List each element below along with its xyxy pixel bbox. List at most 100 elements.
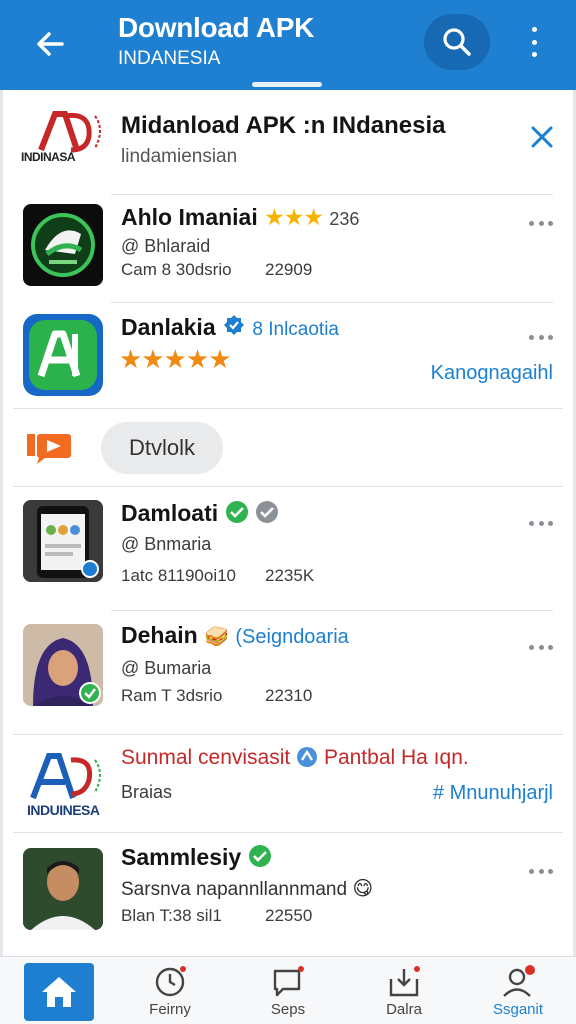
brand-logo-icon <box>38 111 101 153</box>
nav-chat[interactable]: Seps <box>238 957 338 1024</box>
app-thumbnail <box>23 204 103 286</box>
rating-stars-icon: ★★★★★ <box>119 344 232 374</box>
item-more-button[interactable] <box>529 866 553 876</box>
sponsored-headline-row: Sunmal cenvisasit Pantbal Ha ıqn. <box>121 746 469 770</box>
close-button[interactable] <box>527 122 557 152</box>
app-logo-icon <box>31 213 95 277</box>
item-more-button[interactable] <box>529 218 553 228</box>
verified-check-icon <box>248 845 271 867</box>
item-count: 2235K <box>265 566 315 585</box>
divider <box>13 832 563 833</box>
item-handle: @ Bhlaraid <box>121 236 211 256</box>
verified-check-icon <box>225 501 248 523</box>
app-bar-titles: Download APK INDANESIA <box>118 12 314 70</box>
close-icon <box>531 126 553 148</box>
item-count: 22310 <box>265 686 313 705</box>
item-title: Ahlo Imaniai <box>121 204 258 230</box>
sponsor-logo-icon <box>30 753 101 800</box>
banner: INDINASA Midanload APK :n INdanesia lind… <box>3 90 573 190</box>
arrow-left-icon <box>37 32 64 56</box>
item-title: Dehain <box>121 622 198 648</box>
home-icon <box>42 977 76 1007</box>
item-more-button[interactable] <box>529 332 553 342</box>
sponsored-item[interactable]: INDUINESA Sunmal cenvisasit Pantbal Ha ı… <box>3 736 573 832</box>
item-handle: @ Bnmaria <box>121 534 212 554</box>
map-pin-icon <box>297 747 318 767</box>
download-chip-label: Dtvlolk <box>128 435 195 460</box>
page-title: Download APK <box>118 12 315 43</box>
divider <box>111 610 553 611</box>
verified-badge-icon <box>81 560 99 578</box>
download-chip-button[interactable]: Dtvlolk <box>101 422 223 474</box>
divider <box>111 194 553 195</box>
dot-icon <box>529 334 534 340</box>
item-more-button[interactable] <box>529 642 553 652</box>
nav-downloads-label: Dalra <box>386 1001 422 1018</box>
divider <box>111 302 553 303</box>
brand-logo: INDINASA <box>21 106 107 176</box>
back-button[interactable] <box>30 24 70 64</box>
item-name: Sammlesiy <box>121 844 272 871</box>
banner-subtitle: lindamiensian <box>121 146 238 167</box>
sponsored-tag: Pantbal Ha ıqn. <box>323 746 469 769</box>
chat-icon <box>273 966 304 997</box>
nav-feed[interactable]: Feirny <box>120 957 220 1024</box>
item-tag: (Seigndoaria <box>235 626 349 648</box>
drag-handle <box>252 82 322 87</box>
dot-icon <box>529 644 534 650</box>
download-box-icon <box>389 966 420 997</box>
dot-icon <box>548 520 553 526</box>
dot-icon <box>548 868 553 874</box>
divider <box>13 486 563 487</box>
list-item[interactable]: Sammlesiy Sarsnva napannllannmand 😋 Blan… <box>3 834 573 954</box>
bottom-navigation: Feirny Seps Dalra Ssganit <box>0 956 576 1024</box>
dot-icon <box>548 220 553 226</box>
emoji-icon: 😋 <box>352 878 374 900</box>
app-thumbnail <box>23 500 103 582</box>
verified-check-icon <box>79 682 101 704</box>
list-item[interactable]: Damloati @ Bnmaria 1atc 81190oi10 2235K <box>3 488 573 610</box>
promo-row: Dtvlolk <box>3 410 573 486</box>
list-item[interactable]: Dehain 🥪 (Seigndoaria @ Bumaria Ram T 3d… <box>3 612 573 734</box>
dot-icon <box>529 868 534 874</box>
app-thumbnail <box>23 314 103 396</box>
divider <box>13 734 563 735</box>
nav-profile-label: Ssganit <box>492 1001 544 1018</box>
item-meta: Cam 8 30dsrio <box>121 260 232 279</box>
divider <box>13 408 563 409</box>
item-count: 22909 <box>265 260 313 279</box>
item-more-button[interactable] <box>529 518 553 528</box>
sponsored-link[interactable]: # Mnunuhjarjl <box>433 782 553 805</box>
nav-profile[interactable]: Ssganit <box>468 957 568 1024</box>
list-item[interactable]: Ahlo Imaniai ★★★ 236 @ Bhlaraid Cam 8 30… <box>3 196 573 302</box>
item-meta: Ram T 3dsrio <box>121 686 223 705</box>
item-handle: Sarsnva napannllannmand 😋 <box>121 876 373 901</box>
item-title: Damloati <box>121 500 219 526</box>
sponsored-sub: Braias <box>121 782 173 802</box>
clock-icon <box>155 966 186 997</box>
item-meta: 1atc 81190oi10 <box>121 566 237 585</box>
item-name: Dehain 🥪 (Seigndoaria <box>121 622 349 649</box>
search-button[interactable] <box>424 14 490 70</box>
more-options-button[interactable] <box>522 24 546 60</box>
item-name: Danlakia 8 Inlcaotia <box>121 314 339 341</box>
list-item[interactable]: Danlakia 8 Inlcaotia ★★★★★ Kanognagaihl <box>3 304 573 408</box>
verified-badge-icon <box>224 315 244 335</box>
nav-home[interactable] <box>0 957 100 1024</box>
sponsor-logo-text: INDUINESA <box>27 802 100 818</box>
sponsor-logo: INDUINESA <box>23 748 107 820</box>
nav-downloads[interactable]: Dalra <box>354 957 454 1024</box>
search-icon <box>443 28 471 56</box>
home-button[interactable] <box>24 963 94 1021</box>
item-action-link[interactable]: Kanognagaihl <box>431 362 553 385</box>
dot-icon <box>529 220 534 226</box>
nav-feed-label: Feirny <box>149 1001 191 1018</box>
content-list[interactable]: INDINASA Midanload APK :n INdanesia lind… <box>0 90 576 956</box>
sponsored-headline: Sunmal cenvisasit <box>121 746 291 769</box>
item-handle-text: Sarsnva napannllannmand <box>121 879 348 900</box>
page-subtitle: INDANESIA <box>118 48 221 69</box>
app-bar: Download APK INDANESIA <box>0 0 576 90</box>
item-name: Ahlo Imaniai ★★★ 236 <box>121 204 359 231</box>
dot-icon <box>531 39 537 45</box>
item-tag: 8 Inlcaotia <box>252 319 340 340</box>
